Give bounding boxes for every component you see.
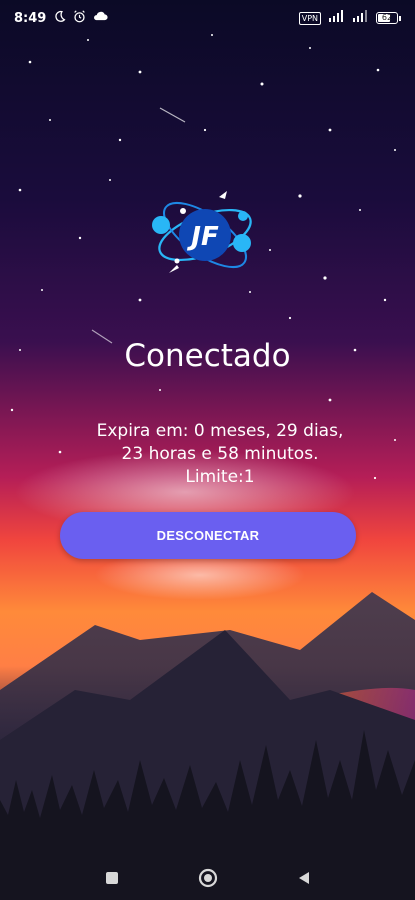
subscription-info: Expira em: 0 meses, 29 dias, 23 horas e … [70,420,370,489]
status-bar-right: VPN 62 [298,10,401,26]
disconnect-button[interactable]: DESCONECTAR [60,512,356,559]
limit-text: Limite:1 [185,467,255,487]
alarm-icon [73,9,86,27]
expiry-line-1: Expira em: 0 meses, 29 dias, [96,421,344,441]
circle-icon [198,868,217,887]
data-signal-icon [328,10,345,26]
expiry-line-2: 23 horas e 58 minutos. [121,444,319,464]
vpn-icon: VPN [298,11,321,25]
battery-icon: 62 [376,12,401,24]
recents-button[interactable] [99,865,125,891]
square-icon [105,871,118,884]
logo-text: JF [186,222,219,252]
status-bar-left: 8:49 [14,9,108,27]
status-bar: 8:49 VPN 62 [0,0,415,36]
home-button[interactable] [195,865,221,891]
back-triangle-icon [298,871,309,884]
connection-status-title: Conectado [124,338,291,374]
app-logo: JF [147,183,267,283]
moon-icon [53,10,66,27]
battery-level-text: 62 [381,13,393,22]
navigation-bar [0,855,415,900]
clock-time: 8:49 [14,10,47,26]
cloud-icon [93,10,108,26]
signal-icon [352,10,369,26]
back-button[interactable] [291,865,317,891]
